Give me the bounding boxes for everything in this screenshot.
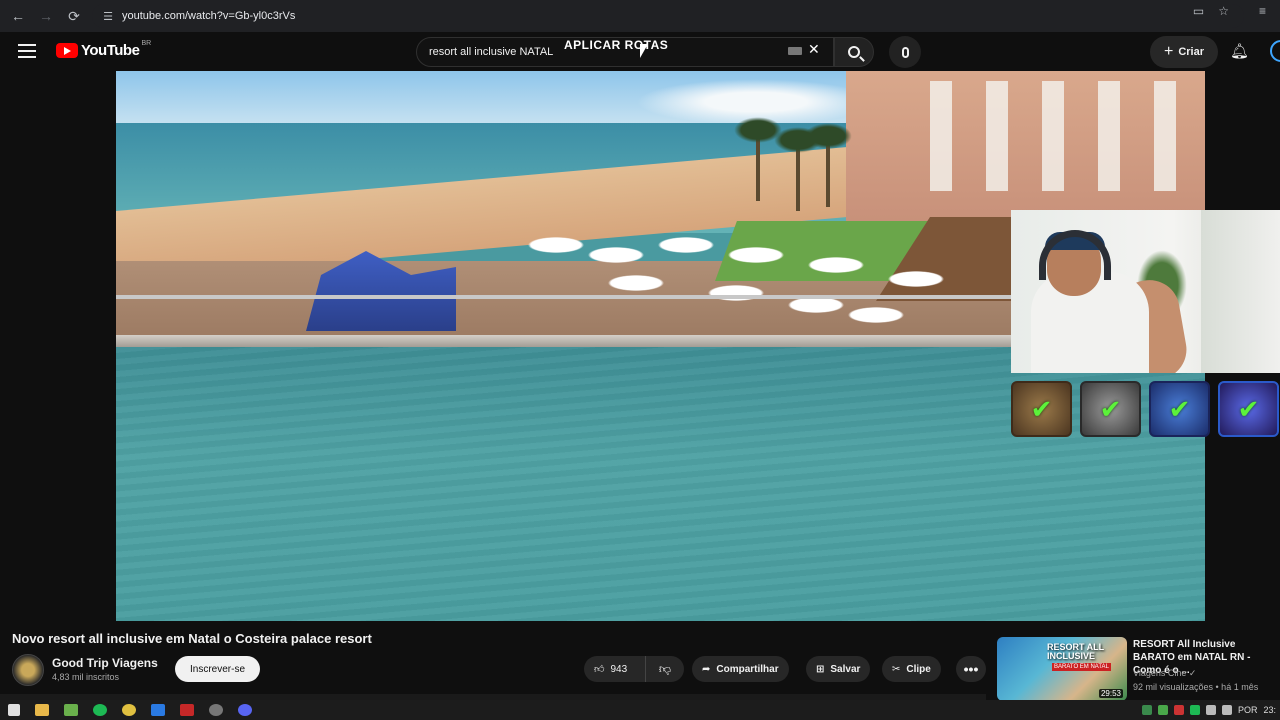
scissors-icon: ✂ xyxy=(892,663,901,675)
youtube-logo[interactable]: YouTube BR xyxy=(56,40,152,59)
app-icon-blue[interactable] xyxy=(151,704,165,716)
clock[interactable]: 23: xyxy=(1263,705,1276,715)
region-code: BR xyxy=(141,40,152,47)
windows-taskbar: POR 23: xyxy=(0,700,1280,720)
android-app-icon[interactable] xyxy=(64,704,78,716)
like-dislike-group: 👍︎ 943 👎︎ xyxy=(584,656,684,682)
video-umbrellas xyxy=(216,231,1016,341)
menu-icon[interactable] xyxy=(18,44,36,58)
video-glass-rail xyxy=(116,295,1016,299)
save-label: Salvar xyxy=(830,663,861,675)
webcam-overlay xyxy=(1011,210,1280,373)
recommendation-channel-name: Viagens Cine xyxy=(1133,668,1187,678)
language-indicator[interactable]: POR xyxy=(1238,705,1258,715)
app-icon-red[interactable] xyxy=(180,704,194,716)
youtube-play-icon xyxy=(56,43,78,58)
search-query[interactable]: resort all inclusive NATAL xyxy=(429,46,553,58)
search-button[interactable] xyxy=(834,37,874,67)
verified-icon: ✓ xyxy=(1188,668,1197,678)
reading-list-icon[interactable]: ≡ xyxy=(1259,4,1266,18)
achievement-badge: ✔ xyxy=(1011,381,1072,437)
video-hotel-windows xyxy=(916,81,1196,191)
like-count: 943 xyxy=(610,663,628,675)
more-actions-button[interactable]: ••• xyxy=(956,656,986,682)
plus-icon: + xyxy=(1163,43,1174,60)
achievement-badge: ✔ xyxy=(1080,381,1141,437)
bookmark-star-icon[interactable]: ☆ xyxy=(1218,4,1229,18)
check-icon: ✔ xyxy=(1168,393,1191,424)
clip-button[interactable]: ✂ Clipe xyxy=(882,656,941,682)
dislike-button[interactable]: 👎︎ xyxy=(646,662,684,677)
system-tray: POR 23: xyxy=(1141,700,1280,720)
thumbs-up-icon: 👍︎ xyxy=(594,664,605,675)
tray-icon[interactable] xyxy=(1157,705,1168,715)
share-button[interactable]: ➦ Compartilhar xyxy=(692,656,789,682)
check-icon: ✔ xyxy=(1099,393,1122,424)
volume-icon[interactable] xyxy=(1205,705,1216,715)
palm-tree xyxy=(774,127,822,211)
like-button[interactable]: 👍︎ 943 xyxy=(584,656,646,682)
browser-toolbar: ← → ⟳ ☰ youtube.com/watch?v=Gb-yl0c3rVs … xyxy=(0,0,1280,32)
search-icon xyxy=(848,46,860,58)
cast-icon[interactable]: ▭ xyxy=(1193,4,1204,18)
tray-icon[interactable] xyxy=(1173,705,1184,715)
create-label: Criar xyxy=(1178,46,1205,58)
chrome-icon[interactable] xyxy=(122,704,136,716)
url-text[interactable]: youtube.com/watch?v=Gb-yl0c3rVs xyxy=(122,10,295,22)
video-duration: 29:53 xyxy=(1098,689,1123,698)
network-icon[interactable] xyxy=(1221,705,1232,715)
browser-actions: ▭ ☆ ≡ xyxy=(1193,4,1266,18)
reload-button[interactable]: ⟳ xyxy=(60,2,88,30)
microphone-icon xyxy=(901,46,909,58)
webcam-curtain xyxy=(1201,210,1280,373)
thumbnail-subtitle: BARATO EM NATAL xyxy=(1052,663,1111,671)
video-title: Novo resort all inclusive em Natal o Cos… xyxy=(12,631,372,646)
recommendation-channel[interactable]: Viagens Cine ✓ xyxy=(1133,668,1196,679)
logo-text: YouTube xyxy=(81,42,140,59)
palm-tree xyxy=(734,117,782,201)
subscriber-count: 4,83 mil inscritos xyxy=(52,672,120,682)
recommendation-thumbnail[interactable]: RESORT ALL INCLUSIVE BARATO EM NATAL 29:… xyxy=(997,637,1127,701)
achievement-badges: ✔ ✔ ✔ ✔ xyxy=(1011,381,1279,437)
overlay-text: APLICAR ROTAS xyxy=(564,38,669,52)
bookmark-icon: ⊞ xyxy=(816,663,825,675)
notifications-bell-icon[interactable]: 🔔︎ xyxy=(1230,42,1249,62)
keyboard-icon[interactable] xyxy=(788,47,802,55)
achievement-badge: ✔ xyxy=(1149,381,1210,437)
discord-icon[interactable] xyxy=(238,704,252,716)
palm-tree xyxy=(804,123,852,207)
check-icon: ✔ xyxy=(1030,393,1053,424)
channel-name[interactable]: Good Trip Viagens xyxy=(52,656,158,670)
save-button[interactable]: ⊞ Salvar xyxy=(806,656,871,682)
thumbs-down-icon: 👎︎ xyxy=(658,661,672,676)
mouse-cursor-icon xyxy=(640,44,648,58)
account-avatar[interactable] xyxy=(1270,40,1280,62)
back-button[interactable]: ← xyxy=(4,2,32,30)
address-bar[interactable]: ☰ youtube.com/watch?v=Gb-yl0c3rVs xyxy=(92,4,1244,28)
forward-button[interactable]: → xyxy=(32,2,60,30)
share-label: Compartilhar xyxy=(716,663,779,675)
clear-search-icon[interactable]: ✕ xyxy=(808,41,820,58)
settings-icon[interactable] xyxy=(209,704,223,716)
windows-start-icon[interactable] xyxy=(8,704,20,716)
voice-search-button[interactable] xyxy=(889,36,921,68)
thumbnail-title: RESORT ALL INCLUSIVE xyxy=(1047,642,1105,661)
recommendation-meta: 92 mil visualizações • há 1 mês xyxy=(1133,682,1259,692)
channel-avatar[interactable] xyxy=(12,654,44,686)
share-icon: ➦ xyxy=(702,663,711,675)
tray-icon[interactable] xyxy=(1189,705,1200,715)
check-icon: ✔ xyxy=(1237,393,1260,424)
tray-icon[interactable] xyxy=(1141,705,1152,715)
spotify-icon[interactable] xyxy=(93,704,107,716)
file-explorer-icon[interactable] xyxy=(35,704,49,716)
clip-label: Clipe xyxy=(906,663,931,675)
create-button[interactable]: + Criar xyxy=(1150,36,1218,68)
achievement-badge: ✔ xyxy=(1218,381,1279,437)
subscribe-button[interactable]: Inscrever-se xyxy=(175,656,260,682)
site-info-icon[interactable]: ☰ xyxy=(100,8,116,24)
